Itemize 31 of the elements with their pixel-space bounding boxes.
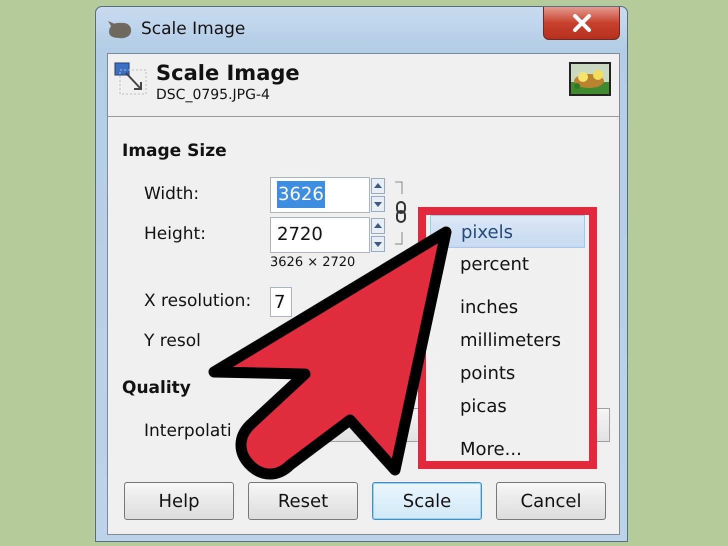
window-title: Scale Image bbox=[141, 18, 246, 42]
section-heading: Quality bbox=[122, 377, 191, 400]
menu-item[interactable]: More... bbox=[430, 433, 585, 466]
chain-icon[interactable] bbox=[392, 180, 408, 246]
field-label: X resolution: bbox=[144, 290, 252, 314]
field-label: Interpolati bbox=[144, 420, 233, 443]
image-name: DSC_0795.JPG-4 bbox=[156, 86, 271, 106]
menu-item[interactable]: picas bbox=[430, 390, 585, 423]
dialog-button[interactable]: Scale bbox=[372, 482, 482, 520]
app-icon bbox=[107, 20, 133, 40]
number-field[interactable]: 2720 bbox=[270, 216, 370, 253]
spin-down-icon[interactable] bbox=[371, 196, 385, 212]
dialog-heading: Scale Image bbox=[156, 62, 300, 86]
size-text: 3626 × 2720 bbox=[270, 254, 356, 272]
spin-up-icon[interactable] bbox=[371, 218, 385, 234]
dialog-button[interactable]: Reset bbox=[248, 482, 358, 520]
spin-down-icon[interactable] bbox=[371, 236, 385, 252]
dialog-button[interactable]: Cancel bbox=[496, 482, 606, 520]
field-label: Height: bbox=[144, 222, 207, 246]
section-heading: Image Size bbox=[122, 140, 227, 164]
scale-icon bbox=[114, 62, 148, 96]
number-field[interactable]: 7 bbox=[270, 287, 292, 318]
field-label: Y resol bbox=[144, 330, 202, 354]
dialog-button[interactable]: Help bbox=[124, 482, 234, 520]
close-button[interactable] bbox=[543, 7, 620, 40]
menu-item[interactable]: points bbox=[430, 357, 585, 390]
menu-item[interactable]: millimeters bbox=[430, 324, 585, 357]
field-label: Width: bbox=[144, 182, 200, 206]
close-icon bbox=[572, 14, 592, 32]
spin-up-icon[interactable] bbox=[371, 178, 385, 194]
menu-item[interactable]: pixels bbox=[430, 215, 585, 248]
